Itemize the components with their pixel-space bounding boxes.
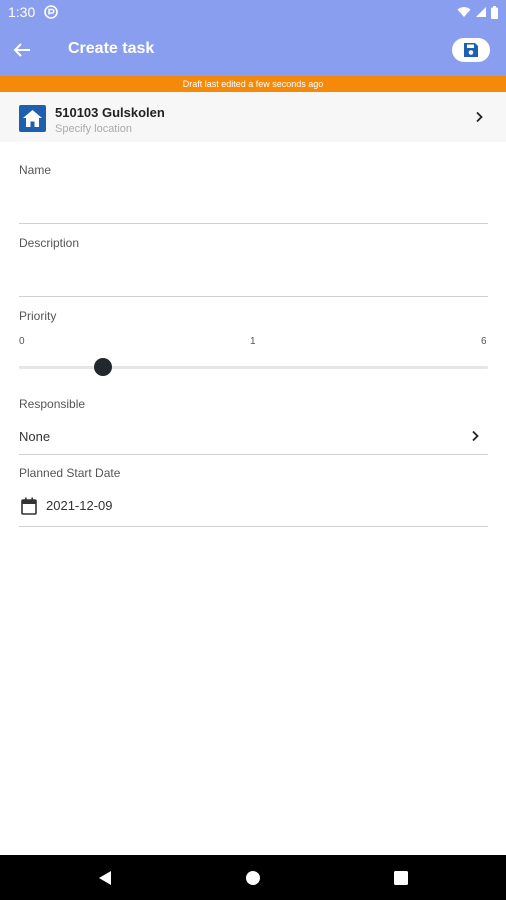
nav-recents-icon [394, 871, 408, 885]
signal-icon [476, 7, 486, 17]
location-subtitle: Specify location [55, 123, 133, 135]
app-notification-icon [44, 5, 58, 19]
priority-label: Priority [19, 309, 57, 323]
start-date-label: Planned Start Date [19, 466, 121, 480]
draft-banner: Draft last edited a few seconds ago [0, 76, 506, 92]
responsible-selector[interactable]: None [19, 420, 488, 455]
responsible-label: Responsible [19, 397, 86, 411]
back-button[interactable] [8, 36, 36, 64]
page-title: Create task [68, 40, 155, 57]
start-date-picker[interactable]: 2021-12-09 [19, 490, 488, 527]
status-time: 1:30 [8, 4, 36, 20]
responsible-value: None [19, 429, 51, 444]
description-label: Description [19, 236, 80, 250]
battery-icon [491, 5, 498, 19]
nav-back-button[interactable] [94, 867, 116, 889]
wifi-icon [457, 7, 471, 17]
priority-slider-thumb[interactable] [94, 358, 112, 376]
chevron-right-icon [476, 111, 483, 123]
priority-max-label: 6 [481, 336, 487, 347]
status-bar: 1:30 [0, 0, 506, 24]
save-button[interactable] [452, 38, 490, 62]
location-name: 510103 Gulskolen [55, 105, 165, 120]
location-selector[interactable]: 510103 Gulskolen Specify location [0, 92, 506, 142]
chevron-right-icon [472, 430, 479, 442]
name-label: Name [19, 163, 52, 177]
home-icon [19, 105, 46, 132]
app-bar: Create task [0, 24, 506, 76]
save-icon [464, 43, 478, 57]
name-input[interactable] [19, 194, 488, 224]
nav-home-button[interactable] [242, 867, 264, 889]
status-icons [457, 5, 498, 19]
start-date-value: 2021-12-09 [46, 498, 113, 513]
priority-slider-track[interactable] [19, 366, 488, 369]
back-arrow-icon [13, 43, 30, 57]
nav-home-icon [246, 871, 260, 885]
nav-recents-button[interactable] [390, 867, 412, 889]
system-nav-bar [0, 855, 506, 900]
calendar-icon [21, 497, 37, 515]
description-input[interactable] [19, 267, 488, 297]
priority-current-label: 1 [250, 336, 256, 347]
nav-back-icon [99, 871, 111, 885]
priority-min-label: 0 [19, 336, 25, 347]
